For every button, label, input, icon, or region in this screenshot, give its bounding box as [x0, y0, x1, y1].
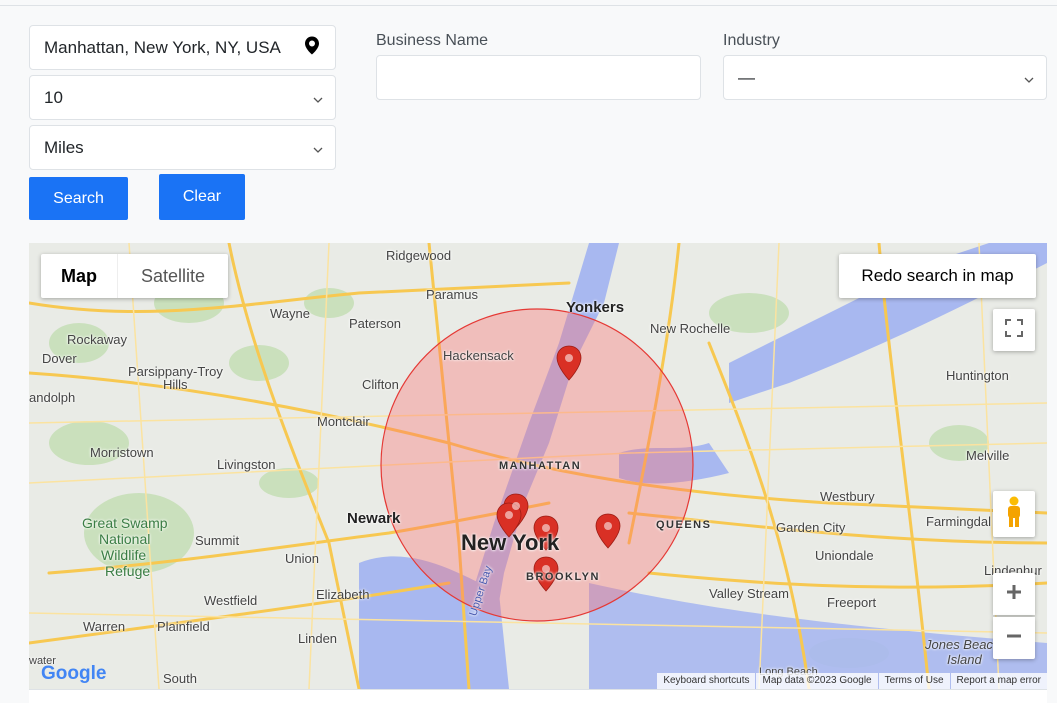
- map-label: Clifton: [362, 377, 399, 392]
- map-label: Wayne: [270, 306, 310, 321]
- location-input[interactable]: Manhattan, New York, NY, USA: [29, 25, 336, 70]
- map-label: Rockaway: [67, 332, 127, 347]
- zoom-in-button[interactable]: [993, 573, 1035, 615]
- map-label: Summit: [195, 533, 240, 548]
- map-label: Farmingdal: [926, 514, 992, 529]
- map-label: Freeport: [827, 595, 877, 610]
- zoom-out-button[interactable]: [993, 617, 1035, 659]
- map-label: Island: [947, 652, 982, 667]
- map-type-control: Map Satellite: [41, 254, 228, 298]
- map-label: Refuge: [105, 563, 151, 579]
- map-type-satellite-button[interactable]: Satellite: [117, 254, 228, 298]
- google-logo: Google: [41, 663, 106, 685]
- clear-button[interactable]: Clear: [159, 174, 245, 220]
- top-divider: [0, 5, 1057, 6]
- industry-label: Industry: [723, 32, 780, 49]
- map-label: Great Swamp: [82, 515, 168, 531]
- map-label: Yonkers: [566, 299, 625, 316]
- map-label: Plainfield: [157, 619, 210, 634]
- map-label: Uniondale: [815, 548, 874, 563]
- map-label: BROOKLYN: [526, 571, 600, 583]
- map-label: andolph: [29, 390, 76, 405]
- map-label: Union: [285, 551, 319, 566]
- unit-select-value: Miles: [44, 137, 84, 157]
- map-label: Hackensack: [443, 348, 514, 363]
- radius-select-value: 10: [44, 87, 63, 107]
- chevron-down-icon: [1024, 68, 1034, 88]
- map-label: Elizabeth: [316, 587, 370, 602]
- terms-link[interactable]: Terms of Use: [878, 673, 950, 689]
- business-name-input[interactable]: [376, 55, 701, 100]
- map-label: Paterson: [349, 316, 402, 331]
- industry-select[interactable]: —: [723, 55, 1047, 100]
- map-label: Valley Stream: [709, 586, 789, 601]
- location-input-value: Manhattan, New York, NY, USA: [44, 37, 281, 57]
- map-label: Garden City: [776, 520, 846, 535]
- map-label: Westbury: [820, 489, 875, 504]
- map-label: Huntington: [946, 368, 1009, 383]
- map-attribution: Keyboard shortcuts Map data ©2023 Google…: [656, 673, 1047, 689]
- map-label: New Rochelle: [650, 321, 731, 336]
- map-label: Jones Beac: [925, 637, 993, 652]
- map-label: Paramus: [426, 287, 479, 302]
- map-label: Morristown: [90, 445, 154, 460]
- map-label: Montclair: [317, 414, 370, 429]
- unit-select[interactable]: Miles: [29, 125, 336, 170]
- map-label: Linden: [298, 631, 338, 646]
- map-label: Hills: [163, 377, 188, 392]
- bottom-bar: [29, 689, 1047, 703]
- redo-search-button[interactable]: Redo search in map: [839, 254, 1036, 298]
- street-view-pegman[interactable]: [993, 491, 1035, 537]
- map-data-text: Map data ©2023 Google: [756, 673, 878, 689]
- chevron-down-icon: [313, 138, 323, 158]
- map-label: Newark: [347, 510, 401, 527]
- fullscreen-button[interactable]: [993, 309, 1035, 351]
- search-button[interactable]: Search: [29, 177, 128, 220]
- plus-icon: [1005, 583, 1023, 606]
- map-label: South: [163, 671, 197, 686]
- map-label: MANHATTAN: [499, 460, 582, 472]
- map-label: New York: [461, 530, 560, 555]
- business-name-label: Business Name: [376, 32, 489, 49]
- map-type-map-button[interactable]: Map: [41, 254, 117, 298]
- industry-select-value: —: [738, 67, 755, 87]
- radius-select[interactable]: 10: [29, 75, 336, 120]
- fullscreen-icon: [1005, 318, 1023, 342]
- report-error-link[interactable]: Report a map error: [950, 673, 1047, 689]
- map-label: Ridgewood: [386, 248, 452, 263]
- map-pin-icon: [305, 36, 319, 59]
- map-label: QUEENS: [656, 519, 712, 531]
- map-view[interactable]: Ridgewood Paramus Yonkers Wayne Paterson…: [29, 243, 1047, 689]
- keyboard-shortcuts-link[interactable]: Keyboard shortcuts: [657, 673, 756, 689]
- map-label: Wildlife: [101, 547, 147, 563]
- minus-icon: [1005, 627, 1023, 650]
- chevron-down-icon: [313, 88, 323, 108]
- map-label: Melville: [966, 448, 1010, 463]
- google-logo-text: Google: [41, 663, 107, 684]
- pegman-icon: [1005, 496, 1023, 533]
- map-label: Livingston: [217, 457, 276, 472]
- map-label: Dover: [42, 351, 77, 366]
- map-label: National: [99, 531, 151, 547]
- map-label: Warren: [83, 619, 126, 634]
- map-label: Westfield: [204, 593, 258, 608]
